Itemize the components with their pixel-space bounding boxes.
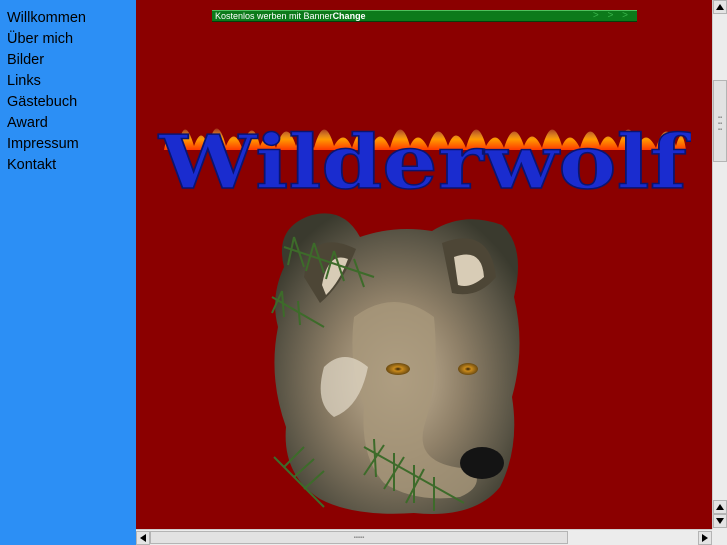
scroll-down-button[interactable] (713, 514, 727, 528)
horizontal-scrollbar[interactable]: ▪▪▪▪▪ (136, 529, 712, 545)
triangle-up-icon (716, 504, 724, 510)
wolf-eye-right-icon (458, 363, 478, 375)
wolf-nose-icon (460, 447, 504, 479)
triangle-up-icon (716, 4, 724, 10)
grip-icon: ▪▪ ▪▪ ▪▪ (717, 115, 723, 133)
scroll-up-button[interactable] (713, 0, 727, 14)
grip-icon: ▪▪▪▪▪ (353, 535, 365, 541)
nav-item-impressum[interactable]: Impressum (7, 134, 136, 155)
nav-item-ueber-mich[interactable]: Über mich (7, 29, 136, 50)
site-logo: Wilderwolf (157, 119, 691, 200)
vertical-scroll-thumb[interactable]: ▪▪ ▪▪ ▪▪ (713, 80, 727, 162)
nav-item-gaestebuch[interactable]: Gästebuch (7, 92, 136, 113)
ad-banner-arrows: > > > (592, 10, 631, 21)
triangle-down-icon (716, 518, 724, 524)
vertical-scrollbar[interactable]: ▪▪ ▪▪ ▪▪ (712, 0, 727, 529)
scrollbar-corner (712, 529, 727, 545)
browser-viewport: Willkommen Über mich Bilder Links Gästeb… (0, 0, 727, 545)
nav-item-kontakt[interactable]: Kontakt (7, 155, 136, 176)
wolf-image (271, 213, 520, 514)
ad-banner[interactable]: Kostenlos werben mit BannerChange > > > (212, 10, 637, 22)
triangle-left-icon (140, 534, 146, 542)
nav-item-willkommen[interactable]: Willkommen (7, 8, 136, 29)
nav-menu: Willkommen Über mich Bilder Links Gästeb… (0, 0, 136, 176)
main-frame: Kostenlos werben mit BannerChange > > > … (136, 0, 712, 529)
ad-banner-brand: Change (332, 11, 366, 21)
scroll-right-button[interactable] (698, 531, 712, 545)
ad-banner-text: Kostenlos werben mit Banner (215, 11, 333, 21)
wolf-eye-left-icon (386, 363, 410, 375)
nav-item-bilder[interactable]: Bilder (7, 50, 136, 71)
site-logo-text: Wilderwolf (158, 120, 691, 200)
triangle-right-icon (702, 534, 708, 542)
scroll-up-button-lower[interactable] (713, 500, 727, 514)
nav-item-award[interactable]: Award (7, 113, 136, 134)
scroll-left-button[interactable] (136, 531, 150, 545)
horizontal-scroll-thumb[interactable]: ▪▪▪▪▪ (150, 531, 568, 544)
nav-frame: Willkommen Über mich Bilder Links Gästeb… (0, 0, 136, 545)
nav-item-links[interactable]: Links (7, 71, 136, 92)
